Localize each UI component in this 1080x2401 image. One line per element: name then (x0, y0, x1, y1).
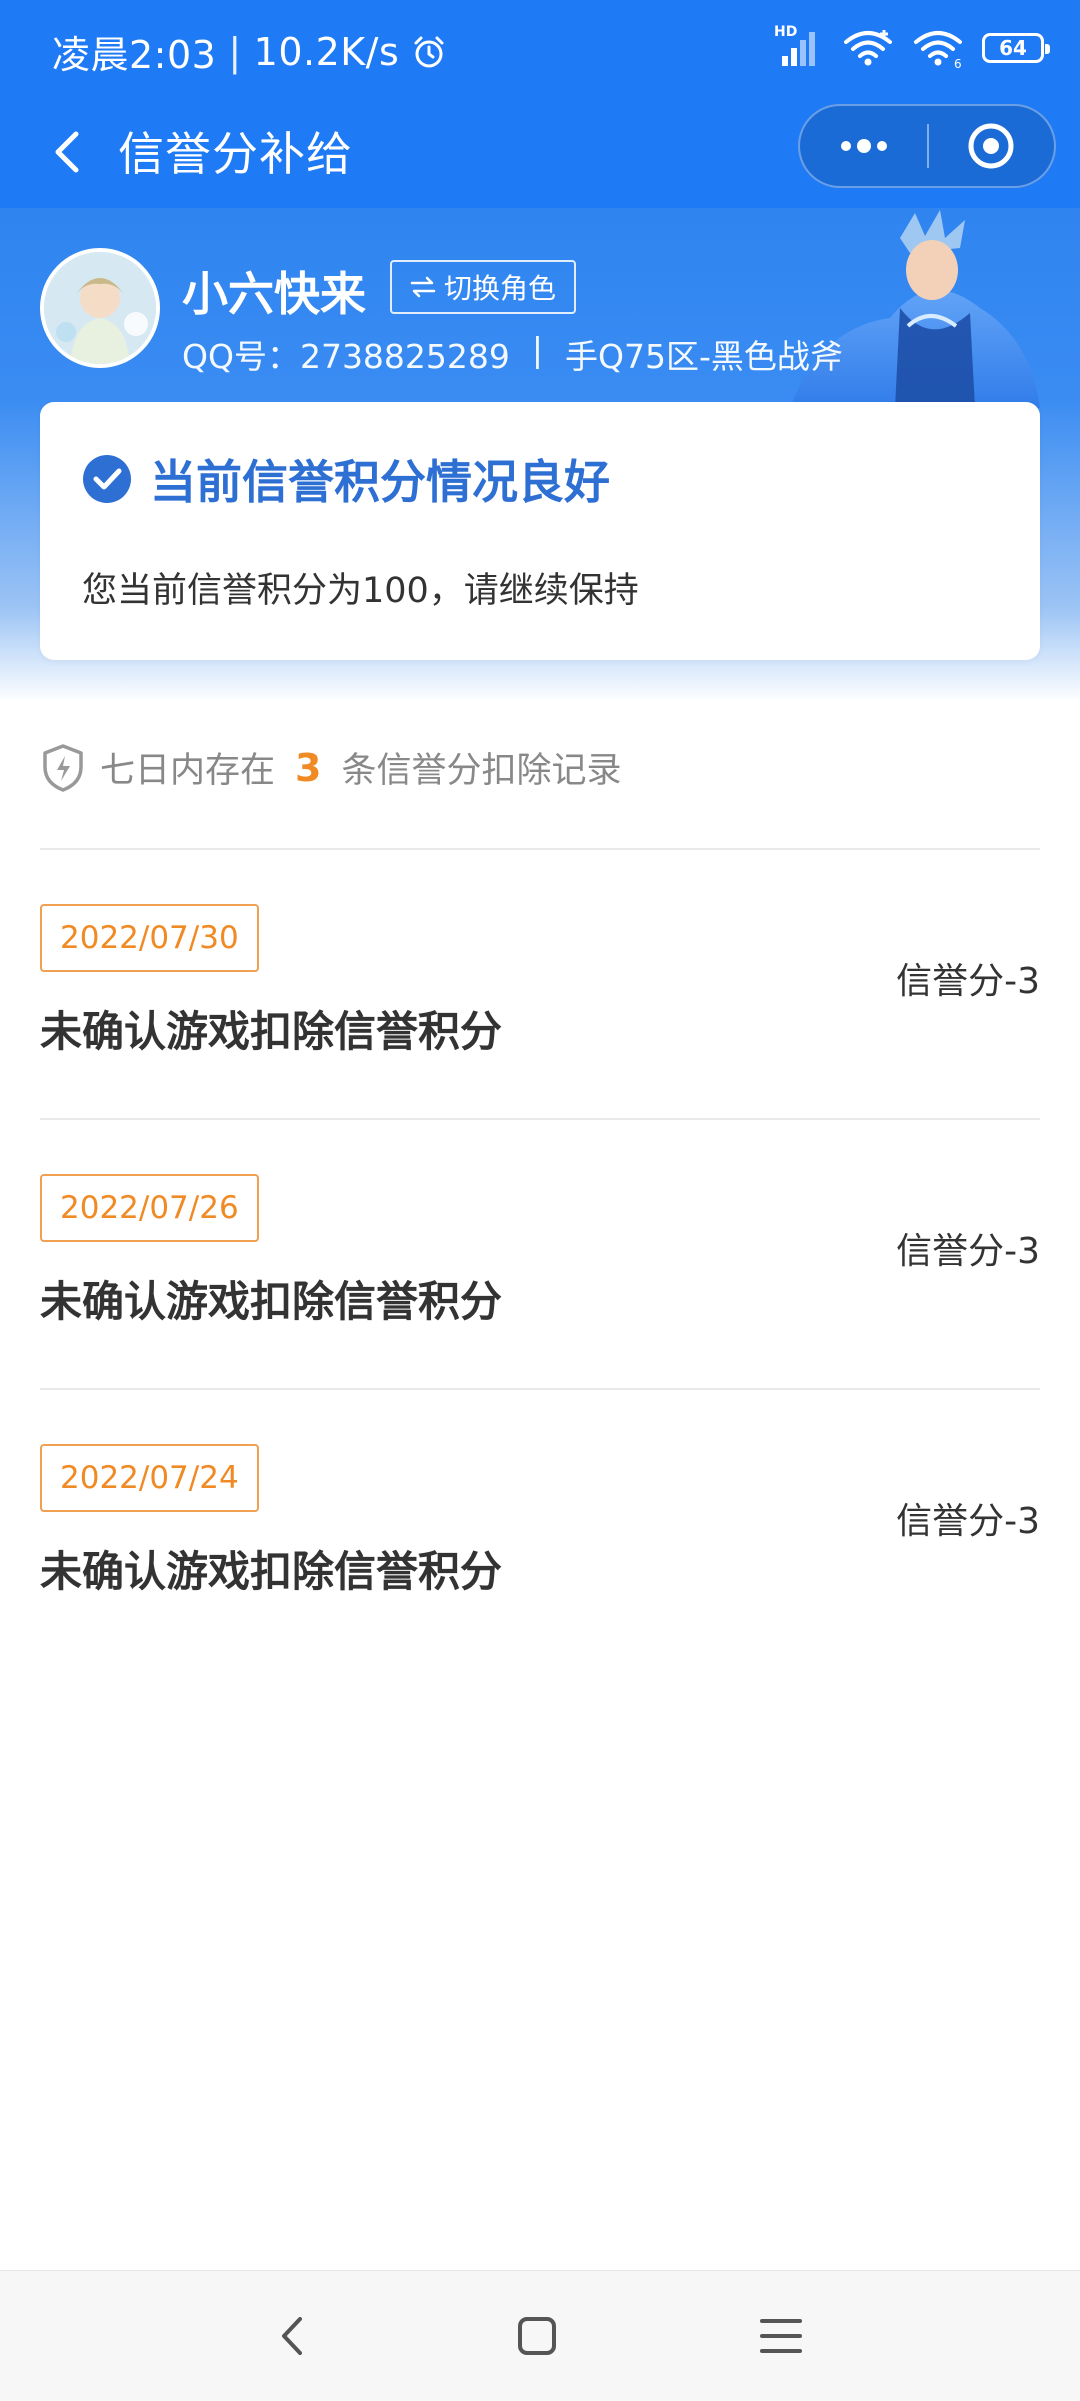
list-item: 2022/07/24 未确认游戏扣除信誉积分 信誉分-3 (40, 1388, 1040, 1658)
credit-status-card: 当前信誉积分情况良好 您当前信誉积分为100，请继续保持 (40, 402, 1040, 660)
status-left: 凌晨2:03 | 10.2K/s (52, 24, 447, 79)
summary-suffix: 条信誉分扣除记录 (341, 751, 622, 791)
wifi-icon (844, 30, 892, 66)
server-info: 手Q75区-黑色战斧 (565, 337, 843, 376)
qq-number: QQ号：2738825289 (182, 337, 510, 376)
target-circle-icon (968, 123, 1014, 169)
profile-header: 小六快来 切换角色 QQ号：2738825289 | 手Q75区-黑色战斧 当前… (0, 208, 1080, 702)
card-description: 您当前信誉积分为100，请继续保持 (82, 571, 639, 611)
switch-role-button[interactable]: 切换角色 (390, 260, 577, 314)
signal-icon: HD (772, 24, 824, 68)
network-speed: 10.2K/s (253, 29, 400, 74)
close-mini-program-button[interactable] (929, 106, 1054, 186)
switch-role-label: 切换角色 (444, 272, 557, 305)
swap-arrows-icon (410, 276, 436, 298)
user-meta: QQ号：2738825289 | 手Q75区-黑色战斧 (182, 330, 843, 378)
card-title: 当前信誉积分情况良好 (150, 455, 610, 509)
avatar-image (44, 252, 156, 364)
record-score: 信誉分-3 (896, 961, 1040, 1002)
wifi-hotspot-icon: 6 (914, 31, 962, 68)
check-circle-icon (83, 455, 131, 503)
avatar[interactable] (40, 248, 160, 368)
record-score: 信誉分-3 (896, 1231, 1040, 1272)
list-item: 2022/07/30 未确认游戏扣除信誉积分 信誉分-3 (40, 848, 1040, 1118)
nav-back-icon[interactable] (258, 2301, 328, 2371)
date-badge: 2022/07/24 (40, 1444, 259, 1512)
record-title: 未确认游戏扣除信誉积分 (40, 1007, 503, 1056)
date-badge: 2022/07/26 (40, 1174, 259, 1242)
more-dots-icon (840, 139, 887, 153)
summary-prefix: 七日内存在 (100, 751, 276, 791)
record-score: 信誉分-3 (896, 1501, 1040, 1542)
nav-menu-icon[interactable] (746, 2301, 816, 2371)
system-nav-bar (0, 2270, 1080, 2401)
battery-icon: 64 (982, 33, 1050, 63)
nav-home-icon[interactable] (502, 2301, 572, 2371)
status-separator: | (228, 29, 242, 74)
alarm-icon (414, 36, 444, 67)
page-title: 信誉分补给 (118, 127, 353, 181)
date-badge: 2022/07/30 (40, 904, 259, 972)
title-bar: 信誉分补给 (0, 100, 1080, 208)
deduction-summary: 七日内存在 3 条信誉分扣除记录 (40, 742, 621, 793)
shield-icon (43, 743, 83, 792)
meta-separator: | (531, 330, 544, 369)
summary-count: 3 (295, 745, 322, 790)
record-title: 未确认游戏扣除信誉积分 (40, 1547, 503, 1596)
mini-program-capsule (798, 104, 1056, 188)
list-item: 2022/07/26 未确认游戏扣除信誉积分 信誉分-3 (40, 1118, 1040, 1388)
status-right: HD 6 64 (772, 24, 1050, 68)
card-header: 当前信誉积分情况良好 (82, 446, 610, 512)
svg-text:6: 6 (954, 57, 962, 68)
more-button[interactable] (800, 106, 927, 186)
battery-level: 64 (999, 36, 1027, 60)
status-bar: 凌晨2:03 | 10.2K/s HD 6 64 (0, 0, 1080, 100)
record-title: 未确认游戏扣除信誉积分 (40, 1277, 503, 1326)
back-icon[interactable] (36, 120, 100, 184)
hero-character-art (790, 210, 1040, 408)
status-time: 凌晨2:03 (52, 33, 217, 77)
nickname: 小六快来 (182, 267, 366, 321)
